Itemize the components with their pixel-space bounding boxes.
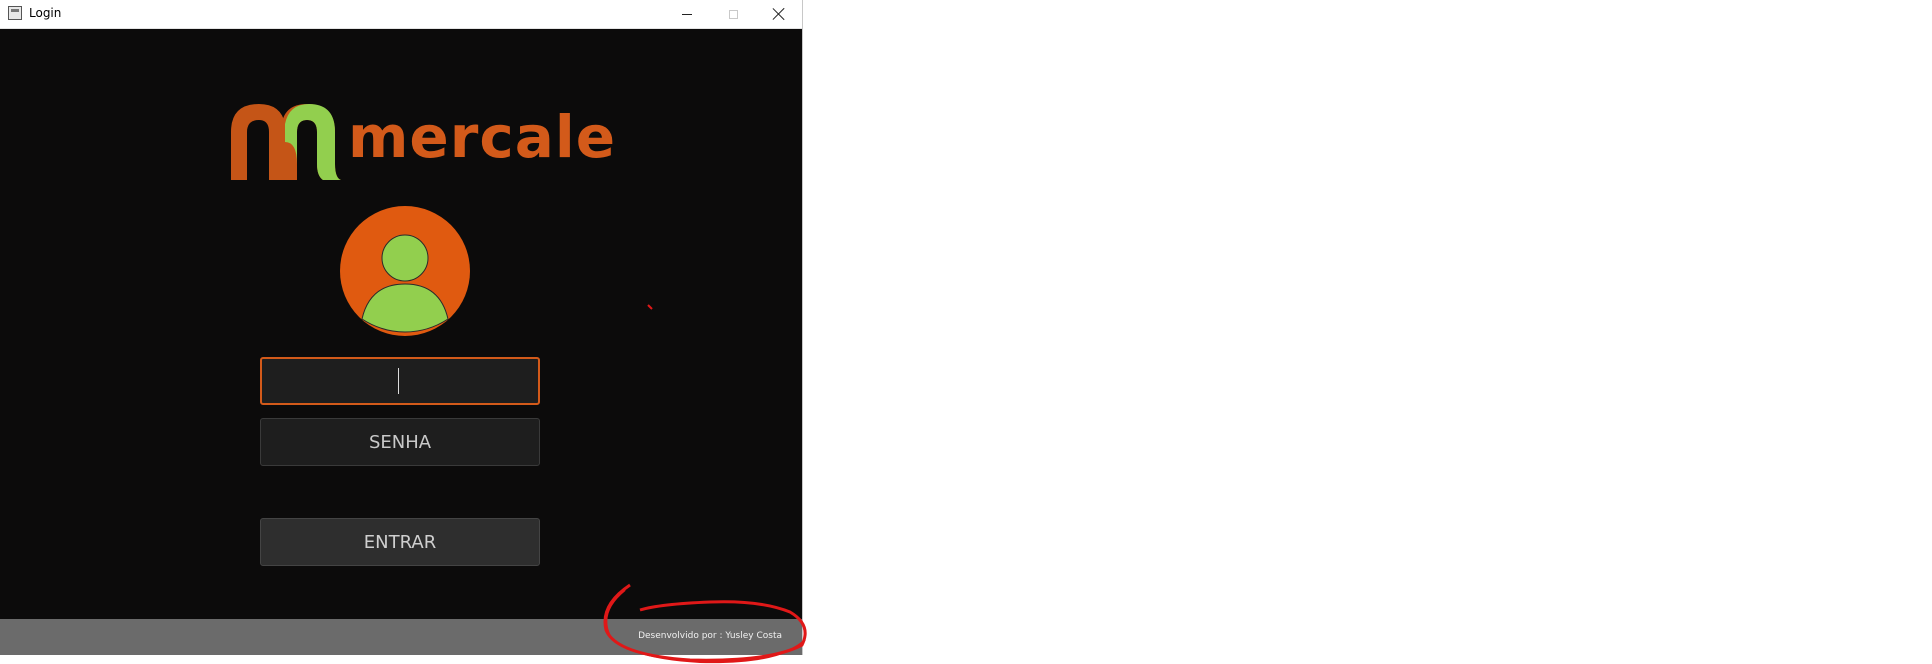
user-avatar-icon bbox=[340, 206, 470, 336]
window-title: Login bbox=[29, 6, 62, 20]
login-window: Login mercale ENTRAR Desenvolvido por : … bbox=[0, 0, 803, 655]
logo-wordmark: mercale bbox=[348, 103, 617, 171]
close-icon bbox=[773, 8, 785, 20]
minimize-button[interactable] bbox=[664, 0, 710, 28]
title-bar[interactable]: Login bbox=[0, 0, 802, 29]
login-button[interactable]: ENTRAR bbox=[260, 518, 540, 566]
footer-bar: Desenvolvido por : Yusley Costa bbox=[0, 619, 802, 655]
close-button[interactable] bbox=[756, 0, 802, 28]
mercale-logo-mark-icon bbox=[231, 104, 341, 180]
minimize-icon bbox=[682, 13, 692, 15]
text-cursor bbox=[398, 368, 399, 394]
password-input[interactable] bbox=[260, 418, 540, 466]
maximize-icon bbox=[728, 9, 738, 19]
developer-credit: Desenvolvido por : Yusley Costa bbox=[638, 631, 782, 641]
mercale-logo: mercale bbox=[229, 102, 615, 182]
maximize-button[interactable] bbox=[710, 0, 756, 28]
username-input[interactable] bbox=[260, 357, 540, 405]
app-icon bbox=[8, 6, 22, 20]
